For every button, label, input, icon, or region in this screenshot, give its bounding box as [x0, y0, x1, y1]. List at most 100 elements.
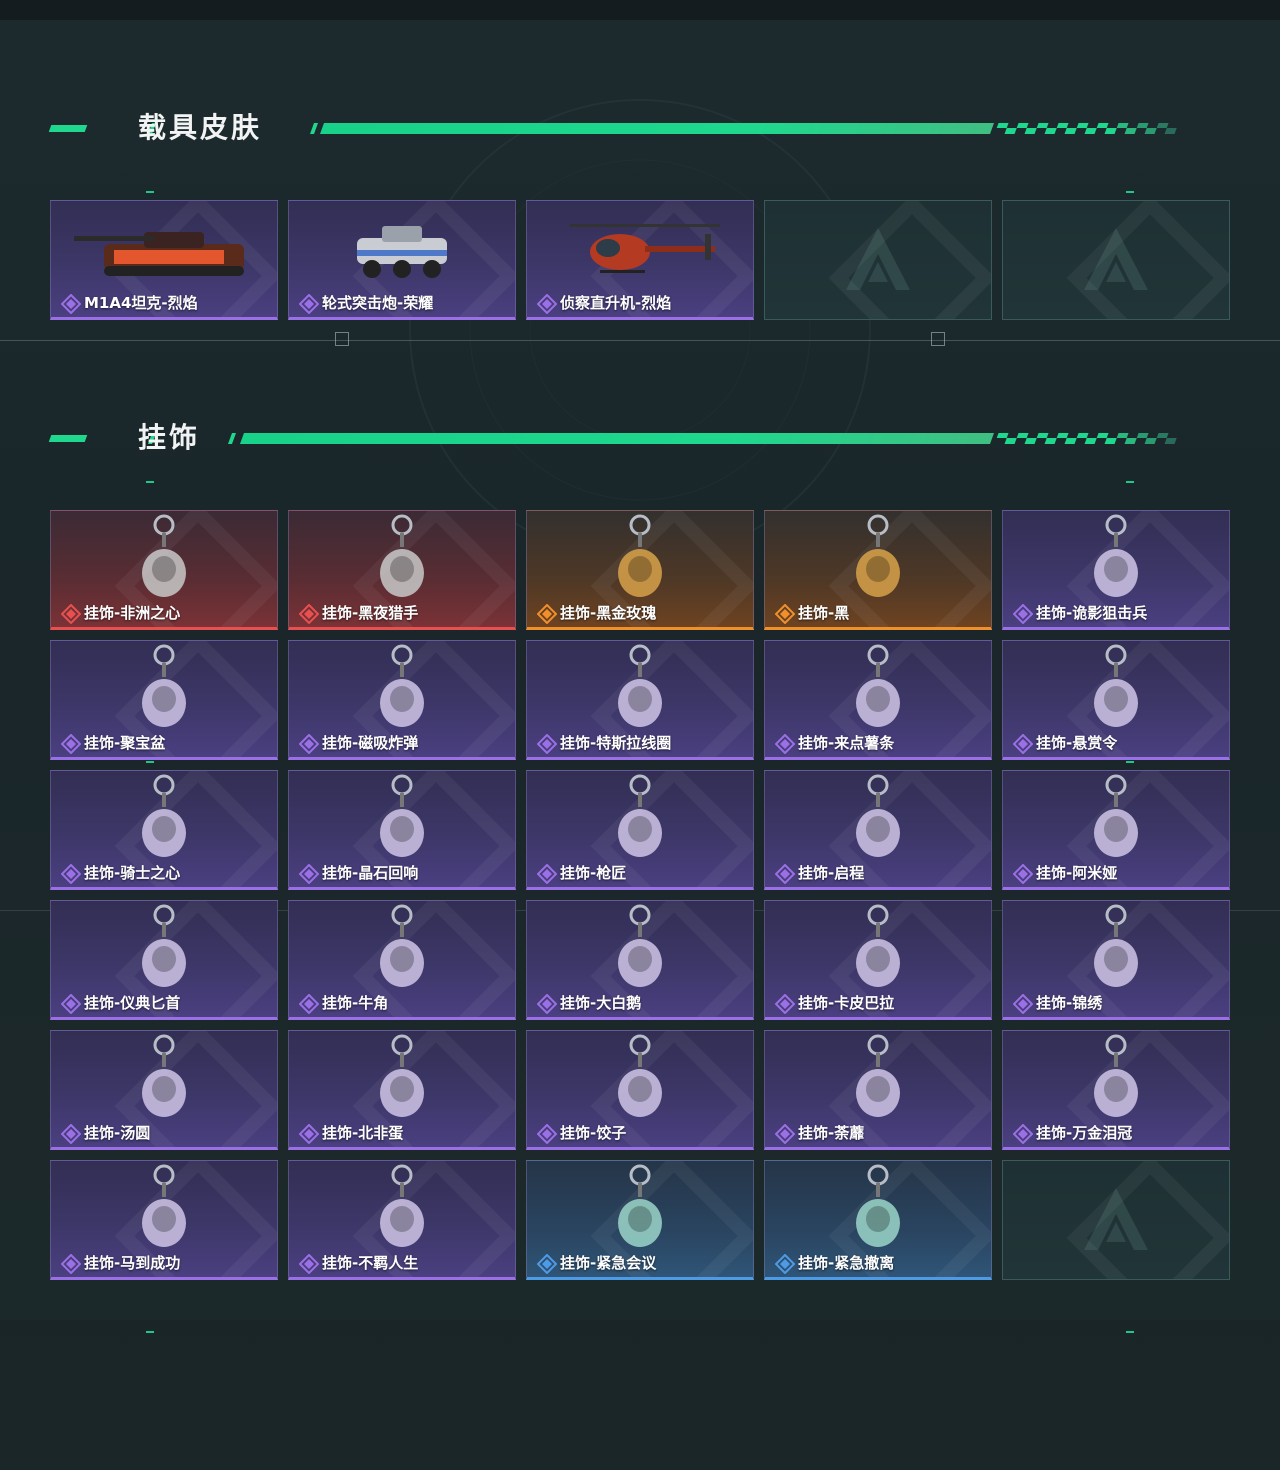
top-bar	[0, 0, 1280, 20]
item-card[interactable]: 挂饰-悬赏令	[1002, 640, 1230, 760]
item-card[interactable]: 挂饰-紧急会议	[526, 1160, 754, 1280]
item-card[interactable]: 挂饰-骑士之心	[50, 770, 278, 890]
item-card[interactable]: M1A4坦克-烈焰	[50, 200, 278, 320]
item-label: 挂饰-特斯拉线圈	[536, 732, 671, 754]
item-name: 挂饰-大白鹅	[560, 994, 642, 1012]
item-name: 挂饰-锦绣	[1036, 994, 1103, 1012]
item-name: 挂饰-黑金玫瑰	[560, 604, 657, 622]
capybara-charm-icon	[765, 901, 991, 997]
item-card[interactable]: 挂饰-紧急撤离	[764, 1160, 992, 1280]
item-card[interactable]: 挂饰-晶石回响	[288, 770, 516, 890]
item-card[interactable]: 挂饰-不羁人生	[288, 1160, 516, 1280]
rarity-diamond-icon	[298, 863, 320, 884]
item-name: 挂饰-仪典匕首	[84, 994, 181, 1012]
item-label: 挂饰-北非蛋	[298, 1122, 404, 1144]
item-card[interactable]: 挂饰-磁吸炸弹	[288, 640, 516, 760]
item-card[interactable]: 挂饰-北非蛋	[288, 1030, 516, 1150]
item-label: 挂饰-聚宝盆	[60, 732, 165, 754]
header-bar	[239, 433, 995, 444]
item-card[interactable]: 侦察直升机-烈焰	[526, 200, 754, 320]
item-label: 挂饰-枪匠	[536, 862, 626, 884]
item-card[interactable]: 挂饰-荼蘼	[764, 1030, 992, 1150]
item-name: 轮式突击炮-荣耀	[322, 294, 434, 312]
item-card[interactable]: 挂饰-黑金玫瑰	[526, 510, 754, 630]
rarity-diamond-icon	[298, 1253, 320, 1274]
item-card[interactable]: 挂饰-聚宝盆	[50, 640, 278, 760]
rarity-diamond-icon	[774, 733, 796, 754]
item-card[interactable]: 挂饰-万金泪冠	[1002, 1030, 1230, 1150]
crown-charm-icon	[1003, 1031, 1229, 1127]
item-name: 挂饰-不羁人生	[322, 1254, 419, 1272]
item-card[interactable]: 挂饰-牛角	[288, 900, 516, 1020]
item-card[interactable]: 挂饰-阿米娅	[1002, 770, 1230, 890]
item-card[interactable]: 挂饰-卡皮巴拉	[764, 900, 992, 1020]
item-card[interactable]: 挂饰-枪匠	[526, 770, 754, 890]
item-name: 挂饰-非洲之心	[84, 604, 181, 622]
header-dash	[48, 125, 88, 132]
item-name: 挂饰-诡影狙击兵	[1036, 604, 1148, 622]
item-name: 挂饰-紧急会议	[560, 1254, 657, 1272]
empty-slot-card	[764, 200, 992, 320]
item-label: 挂饰-饺子	[536, 1122, 626, 1144]
item-card[interactable]: 挂饰-饺子	[526, 1030, 754, 1150]
item-card[interactable]: 挂饰-启程	[764, 770, 992, 890]
rarity-diamond-icon	[298, 993, 320, 1014]
amiya-charm-icon	[1003, 771, 1229, 867]
item-label: M1A4坦克-烈焰	[60, 292, 198, 314]
rarity-diamond-icon	[1012, 603, 1034, 624]
item-card[interactable]: 挂饰-特斯拉线圈	[526, 640, 754, 760]
item-name: 挂饰-北非蛋	[322, 1124, 404, 1142]
item-card[interactable]: 挂饰-非洲之心	[50, 510, 278, 630]
item-name: 挂饰-黑	[798, 604, 850, 622]
figure-charm-icon	[289, 511, 515, 607]
rarity-diamond-icon	[298, 1123, 320, 1144]
item-card[interactable]: 挂饰-大白鹅	[526, 900, 754, 1020]
item-name: 挂饰-悬赏令	[1036, 734, 1118, 752]
item-label: 挂饰-黑	[774, 602, 850, 624]
item-card[interactable]: 挂饰-来点薯条	[764, 640, 992, 760]
hud-box	[335, 332, 349, 346]
item-name: 挂饰-来点薯条	[798, 734, 895, 752]
item-name: 挂饰-晶石回响	[322, 864, 419, 882]
item-label: 挂饰-非洲之心	[60, 602, 181, 624]
item-label: 挂饰-卡皮巴拉	[774, 992, 894, 1014]
rarity-diamond-icon	[536, 603, 558, 624]
item-label: 挂饰-万金泪冠	[1012, 1122, 1132, 1144]
section-header-vehicle: 载具皮肤	[48, 111, 1210, 145]
tank-icon	[51, 201, 277, 297]
item-name: 挂饰-牛角	[322, 994, 389, 1012]
rarity-diamond-icon	[774, 1253, 796, 1274]
armored-car-icon	[289, 201, 515, 297]
dagger-charm-icon	[51, 901, 277, 997]
flower-charm-icon	[765, 1031, 991, 1127]
tangyuan-charm-icon	[51, 1031, 277, 1127]
item-card[interactable]: 挂饰-锦绣	[1002, 900, 1230, 1020]
item-card[interactable]: 挂饰-黑	[764, 510, 992, 630]
horns-charm-icon	[289, 901, 515, 997]
item-name: 挂饰-荼蘼	[798, 1124, 865, 1142]
item-label: 挂饰-骑士之心	[60, 862, 180, 884]
item-label: 挂饰-牛角	[298, 992, 389, 1014]
item-label: 侦察直升机-烈焰	[536, 292, 671, 314]
item-label: 挂饰-不羁人生	[298, 1252, 419, 1274]
logo-placeholder-icon	[765, 201, 991, 319]
item-name: 挂饰-磁吸炸弹	[322, 734, 419, 752]
rarity-diamond-icon	[536, 733, 558, 754]
item-card[interactable]: 挂饰-黑夜猎手	[288, 510, 516, 630]
hud-box	[931, 332, 945, 346]
vehicle-grid: M1A4坦克-烈焰 轮式突击炮-荣耀 侦察直升机-烈焰	[50, 200, 1230, 320]
treasure-bowl-charm-icon	[51, 641, 277, 737]
goose-charm-icon	[527, 901, 753, 997]
item-card[interactable]: 挂饰-汤圆	[50, 1030, 278, 1150]
item-name: 挂饰-紧急撤离	[798, 1254, 895, 1272]
charm-grid: 挂饰-非洲之心 挂饰-黑夜猎手 挂饰-黑金玫瑰 挂饰-黑 挂饰-诡影狙击兵 挂饰…	[50, 510, 1230, 1280]
item-card[interactable]: 挂饰-仪典匕首	[50, 900, 278, 1020]
item-label: 挂饰-马到成功	[60, 1252, 180, 1274]
item-label: 挂饰-紧急会议	[536, 1252, 657, 1274]
section-title: 载具皮肤	[138, 111, 263, 144]
item-label: 轮式突击炮-荣耀	[298, 292, 434, 314]
item-card[interactable]: 挂饰-马到成功	[50, 1160, 278, 1280]
item-card[interactable]: 轮式突击炮-荣耀	[288, 200, 516, 320]
item-card[interactable]: 挂饰-诡影狙击兵	[1002, 510, 1230, 630]
shakshuka-charm-icon	[289, 1031, 515, 1127]
